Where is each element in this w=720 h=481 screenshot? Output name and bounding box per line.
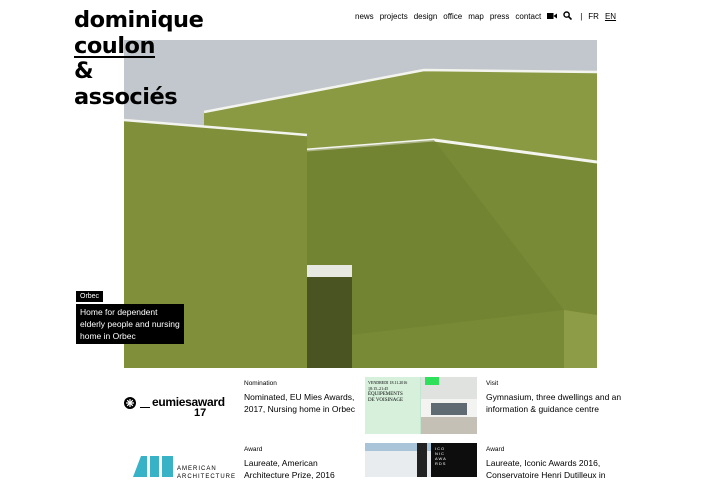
- nav-office[interactable]: office: [443, 12, 462, 21]
- thumb-iconic-poster: ICO NIC AWA RDS: [431, 443, 477, 477]
- hero-caption-tag: Orbec: [76, 291, 104, 302]
- logo-underline: [140, 407, 150, 408]
- logo-line-1: dominique: [74, 7, 204, 33]
- news-text: Gymnasium, three dwellings and an inform…: [486, 392, 622, 414]
- aap-logo-sub: ARCHITECTURE: [177, 474, 237, 480]
- site-logo[interactable]: dominique coulon & associés: [74, 7, 204, 110]
- logo-line-4: associés: [74, 83, 178, 110]
- nav-map[interactable]: map: [468, 12, 484, 21]
- main-nav: news projects design office map press co…: [355, 11, 622, 22]
- news-type: Nomination: [244, 380, 277, 387]
- nav-contact[interactable]: contact: [515, 12, 541, 21]
- thumb-line: DE VOISINAGE: [368, 398, 404, 403]
- news-type: Award: [486, 446, 505, 453]
- nav-design[interactable]: design: [414, 12, 438, 21]
- logo-line-2: coulon: [74, 32, 156, 59]
- news-item-3[interactable]: Award Laureate, American Architecture Pr…: [244, 446, 356, 481]
- nav-projects[interactable]: projects: [380, 12, 408, 21]
- eumies-logo-text: eumiesaward: [152, 395, 225, 409]
- aap-logo-text: AMERICAN: [177, 466, 217, 472]
- news-text: Laureate, American Architecture Prize, 2…: [244, 458, 335, 480]
- logo-line-3: &: [74, 58, 94, 84]
- news-thumbnail-visit[interactable]: VENDREDI 18.11.2016 18:15–21:45 ÉQUIPEME…: [365, 377, 477, 434]
- eumies-logo-year: 17: [194, 407, 207, 419]
- news-type: Visit: [486, 380, 499, 387]
- asterisk-icon: [124, 397, 136, 409]
- nav-separator: |: [580, 12, 583, 21]
- news-item-2[interactable]: Visit Gymnasium, three dwellings and an …: [486, 380, 626, 415]
- search-icon[interactable]: [563, 11, 573, 22]
- news-type: Award: [244, 446, 263, 453]
- news-text: Nominated, EU Mies Awards, 2017, Nursing…: [244, 392, 356, 414]
- hero-caption[interactable]: Orbec Home for dependent elderly people …: [76, 285, 184, 344]
- news-thumbnail-award[interactable]: ICO NIC AWA RDS: [365, 443, 477, 477]
- aap-mark-icon: [133, 456, 173, 477]
- hero-caption-title: Home for dependent elderly people and nu…: [76, 304, 184, 344]
- news-text: Laureate, Iconic Awards 2016, Conservato…: [486, 458, 606, 480]
- news-item-1[interactable]: Nomination Nominated, EU Mies Awards, 20…: [244, 380, 356, 415]
- thumb-line: RDS: [435, 461, 447, 466]
- lang-en[interactable]: EN: [605, 12, 616, 21]
- american-architecture-prize-logo[interactable]: AMERICAN ARCHITECTURE: [133, 456, 243, 480]
- lang-fr[interactable]: FR: [588, 12, 599, 21]
- news-item-4[interactable]: Award Laureate, Iconic Awards 2016, Cons…: [486, 446, 636, 481]
- video-camera-icon[interactable]: [547, 12, 558, 22]
- nav-news[interactable]: news: [355, 12, 374, 21]
- thumb-poster: VENDREDI 18.11.2016 18:15–21:45 ÉQUIPEME…: [365, 377, 420, 434]
- eumies-award-logo[interactable]: eumiesaward 17: [124, 392, 234, 422]
- nav-press[interactable]: press: [490, 12, 510, 21]
- thumb-photo: [421, 377, 477, 434]
